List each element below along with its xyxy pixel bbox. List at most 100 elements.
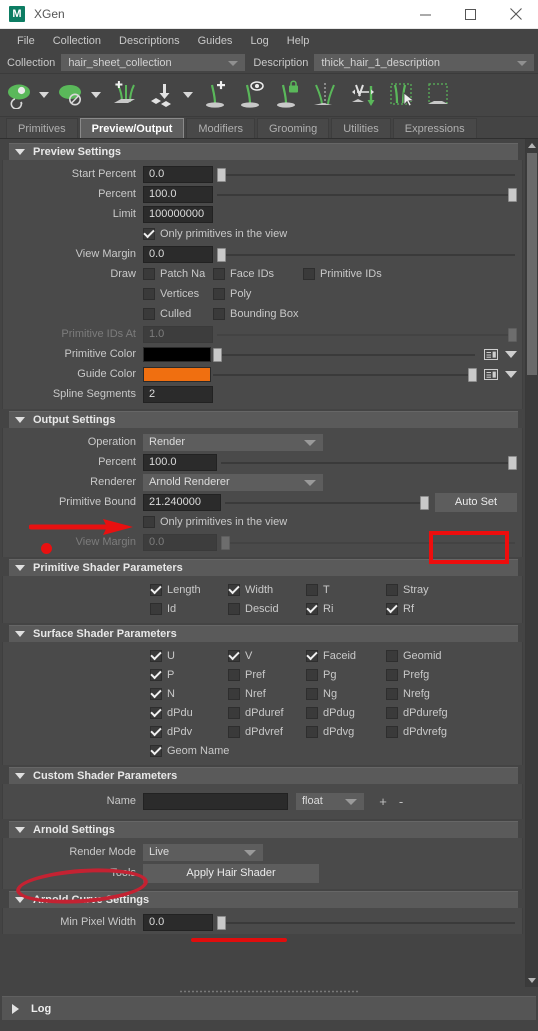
draw-primitive-ids-checkbox[interactable]: Primitive IDs	[303, 268, 382, 280]
ps-t-checkbox[interactable]: T	[306, 583, 330, 596]
ss-nrefg-checkbox[interactable]: Nrefg	[386, 687, 430, 700]
remove-custom-param-button[interactable]: -	[392, 794, 410, 809]
guide-color-swatch[interactable]	[143, 366, 211, 382]
draw-bounding-box-checkbox[interactable]: Bounding Box	[213, 308, 299, 320]
arnold-settings-header[interactable]: Arnold Settings	[9, 821, 518, 838]
tab-preview-output[interactable]: Preview/Output	[79, 118, 185, 138]
primitive-color-map-icon[interactable]	[483, 347, 499, 361]
panel-splitter[interactable]	[0, 987, 538, 996]
output-percent-input[interactable]: 100.0	[143, 453, 217, 471]
ss-n-checkbox[interactable]: N	[150, 687, 175, 700]
menu-help[interactable]: Help	[278, 33, 319, 49]
draw-patch-na-checkbox[interactable]: Patch Na	[143, 268, 209, 280]
ss-faceid-checkbox[interactable]: Faceid	[306, 649, 356, 662]
ps-length-checkbox[interactable]: Length	[150, 583, 201, 596]
draw-face-ids-checkbox[interactable]: Face IDs	[213, 268, 299, 280]
ss-geom-name-checkbox[interactable]: Geom Name	[150, 744, 229, 757]
draw-poly-checkbox[interactable]: Poly	[213, 288, 251, 300]
ss-ng-checkbox[interactable]: Ng	[306, 687, 337, 700]
add-custom-param-button[interactable]: +	[374, 794, 392, 809]
menu-descriptions[interactable]: Descriptions	[110, 33, 189, 49]
slider-thumb[interactable]	[468, 367, 477, 382]
min-pixel-width-input[interactable]: 0.0	[143, 913, 213, 931]
lock-guide-icon[interactable]	[270, 76, 306, 114]
maximize-icon[interactable]	[448, 0, 493, 29]
ps-descid-checkbox[interactable]: Descid	[228, 602, 279, 615]
log-frame-header[interactable]: Log	[2, 996, 536, 1020]
ps-rf-checkbox[interactable]: Rf	[386, 602, 414, 615]
scroll-up-icon[interactable]	[526, 139, 538, 152]
guide-color-slider[interactable]	[213, 366, 477, 383]
limit-input[interactable]: 100000000	[143, 205, 213, 223]
operation-dropdown[interactable]: Render	[143, 433, 323, 451]
mirror-guide-icon[interactable]	[306, 76, 344, 114]
render-mode-dropdown[interactable]: Live	[143, 843, 263, 861]
ss-p-checkbox[interactable]: P	[150, 668, 174, 681]
slider-thumb[interactable]	[217, 167, 226, 182]
show-guide-icon[interactable]	[234, 76, 270, 114]
surface-shader-header[interactable]: Surface Shader Parameters	[9, 625, 518, 642]
ss-geomid-checkbox[interactable]: Geomid	[386, 649, 442, 662]
slider-thumb[interactable]	[217, 915, 226, 930]
tab-modifiers[interactable]: Modifiers	[186, 118, 255, 138]
primitive-shader-header[interactable]: Primitive Shader Parameters	[9, 559, 518, 576]
slider-thumb[interactable]	[213, 347, 222, 362]
ss-dpdug-checkbox[interactable]: dPdug	[306, 706, 355, 719]
preview-eye-dropdown-caret-icon[interactable]	[39, 92, 49, 98]
ss-dpdvref-checkbox[interactable]: dPdvref	[228, 725, 283, 738]
slider-thumb[interactable]	[508, 455, 517, 470]
description-dropdown[interactable]: thick_hair_1_description	[314, 54, 534, 71]
add-primitives-icon[interactable]	[106, 76, 144, 114]
ss-pref-checkbox[interactable]: Pref	[228, 668, 265, 681]
flip-guide-icon[interactable]	[344, 76, 382, 114]
preview-settings-header[interactable]: Preview Settings	[9, 143, 518, 160]
ps-stray-checkbox[interactable]: Stray	[386, 583, 429, 596]
only-primitives-preview-checkbox[interactable]: Only primitives in the view	[143, 228, 287, 240]
slider-thumb[interactable]	[508, 187, 517, 202]
arnold-curve-settings-header[interactable]: Arnold Curve Settings	[9, 891, 518, 908]
ss-pg-checkbox[interactable]: Pg	[306, 668, 336, 681]
ss-u-checkbox[interactable]: U	[150, 649, 175, 662]
scrollbar-thumb[interactable]	[527, 153, 537, 375]
menu-log[interactable]: Log	[241, 33, 277, 49]
percent-slider[interactable]	[217, 186, 517, 203]
collection-dropdown[interactable]: hair_sheet_collection	[61, 54, 246, 71]
custom-name-input[interactable]	[143, 792, 288, 810]
view-margin-preview-input[interactable]: 0.0	[143, 245, 213, 263]
percent-input[interactable]: 100.0	[143, 185, 213, 203]
disable-preview-icon[interactable]	[54, 76, 90, 114]
slider-thumb[interactable]	[420, 495, 429, 510]
add-guide-icon[interactable]	[198, 76, 234, 114]
view-margin-preview-slider[interactable]	[217, 246, 517, 263]
renderer-dropdown[interactable]: Arnold Renderer	[143, 473, 323, 491]
guide-color-map-icon[interactable]	[483, 367, 499, 381]
ss-dpdvg-checkbox[interactable]: dPdvg	[306, 725, 354, 738]
close-icon[interactable]	[493, 0, 538, 29]
ps-ri-checkbox[interactable]: Ri	[306, 602, 333, 615]
primitive-color-dropdown-caret-icon[interactable]	[505, 350, 517, 358]
tab-utilities[interactable]: Utilities	[331, 118, 391, 138]
ps-width-checkbox[interactable]: Width	[228, 583, 273, 596]
select-guides-icon[interactable]	[382, 76, 420, 114]
custom-type-dropdown[interactable]: float	[296, 792, 364, 810]
preview-eye-icon[interactable]	[2, 76, 38, 114]
import-collection-icon[interactable]	[144, 76, 182, 114]
select-region-icon[interactable]	[420, 76, 456, 114]
ps-id-checkbox[interactable]: Id	[150, 602, 176, 615]
menu-guides[interactable]: Guides	[189, 33, 242, 49]
ss-dpdurefg-checkbox[interactable]: dPdurefg	[386, 706, 448, 719]
tab-primitives[interactable]: Primitives	[6, 118, 78, 138]
primitive-color-swatch[interactable]	[143, 346, 211, 362]
ss-dpduref-checkbox[interactable]: dPduref	[228, 706, 284, 719]
minimize-icon[interactable]	[403, 0, 448, 29]
draw-culled-checkbox[interactable]: Culled	[143, 308, 209, 320]
apply-hair-shader-button[interactable]: Apply Hair Shader	[143, 863, 319, 883]
menu-collection[interactable]: Collection	[44, 33, 110, 49]
ss-nref-checkbox[interactable]: Nref	[228, 687, 266, 700]
ss-dpdvrefg-checkbox[interactable]: dPdvrefg	[386, 725, 447, 738]
primitive-bound-slider[interactable]	[225, 494, 429, 511]
vertical-scrollbar[interactable]	[525, 139, 538, 987]
primitive-bound-input[interactable]: 21.240000	[143, 493, 221, 511]
guide-color-dropdown-caret-icon[interactable]	[505, 370, 517, 378]
output-settings-header[interactable]: Output Settings	[9, 411, 518, 428]
